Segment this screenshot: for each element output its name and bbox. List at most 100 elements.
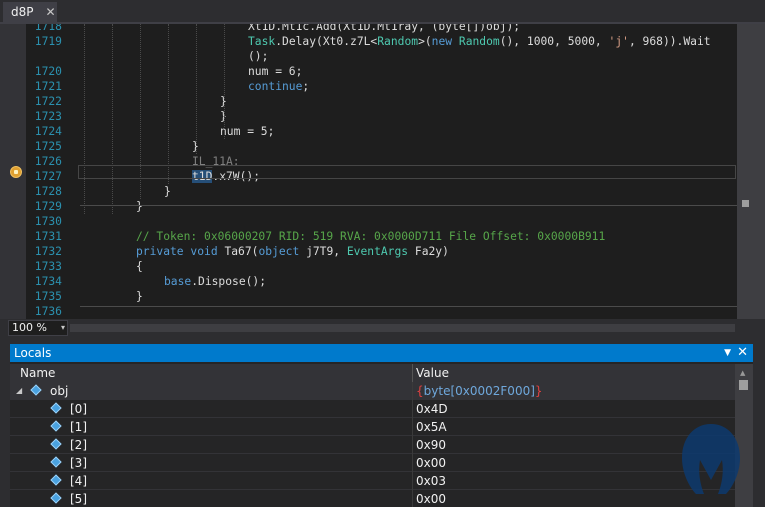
code-line[interactable]: 1723} — [0, 109, 737, 124]
column-divider — [412, 472, 413, 490]
code-token: continue — [248, 80, 303, 93]
code-line[interactable]: 1721 continue; — [0, 79, 737, 94]
code-token: { — [136, 260, 143, 273]
code-line[interactable]: 1722} — [0, 94, 737, 109]
code-lines: 1718 Xt1D.Mt1c.Add(Xt1D.Mt1ray, (byte[])o… — [0, 24, 737, 319]
tab-d8p[interactable]: d8P ✕ — [3, 2, 57, 22]
locals-row[interactable]: [4] 0x03 — [10, 472, 735, 490]
code-text: Xt1D.Mt1c.Add(Xt1D.Mt1ray, (byte[])obj); — [248, 24, 520, 34]
code-text: } — [164, 184, 171, 199]
code-line[interactable]: 1724 num = 5; — [0, 124, 737, 139]
variable-value: 0x00 — [416, 456, 447, 470]
close-icon[interactable]: ✕ — [46, 5, 56, 19]
code-token: Fa2y) — [408, 245, 449, 258]
value-part: byte[0x0002F000] — [423, 384, 535, 398]
locals-row[interactable]: [5] 0x00 — [10, 490, 735, 507]
code-line[interactable]: 1735} — [0, 289, 737, 304]
code-text: num = 5; — [220, 124, 274, 139]
collapse-icon[interactable]: ◢ — [16, 382, 22, 400]
variable-cube-icon — [50, 438, 62, 450]
code-line[interactable]: (); — [0, 49, 737, 64]
column-divider — [412, 400, 413, 418]
locals-row[interactable]: [1] 0x5A — [10, 418, 735, 436]
line-number: 1732 — [34, 245, 62, 258]
locals-row[interactable]: [3] 0x00 — [10, 454, 735, 472]
code-text: Task.Delay(Xt0.z7L<Random>(new Random(),… — [248, 34, 711, 49]
code-token: num = 5; — [220, 125, 275, 138]
editor-vertical-scrollbar[interactable] — [737, 24, 765, 319]
scrollbar-thumb[interactable] — [739, 380, 748, 390]
editor-horizontal-scrollbar[interactable] — [70, 324, 735, 332]
code-line[interactable]: 1732 private void Ta67(object j7T9, Event… — [0, 244, 737, 259]
panel-title-text: Locals — [14, 346, 52, 360]
code-text: num = 6; — [248, 64, 302, 79]
line-number: 1733 — [34, 260, 62, 273]
code-text: // Token: 0x06000207 RID: 519 RVA: 0x000… — [136, 229, 605, 244]
column-divider — [412, 382, 413, 400]
code-line[interactable]: 1719 Task.Delay(Xt0.z7L<Random>(new Rando… — [0, 34, 737, 49]
code-token: .Delay(Xt0.z7L< — [275, 35, 378, 48]
code-editor[interactable]: 1718 Xt1D.Mt1c.Add(Xt1D.Mt1ray, (byte[])o… — [0, 24, 765, 319]
zoom-combobox[interactable]: 100 % ▾ — [8, 320, 68, 336]
code-line[interactable]: 1729} — [0, 199, 737, 214]
code-text: continue; — [248, 79, 309, 94]
editor-status-bar: 100 % ▾ — [0, 319, 765, 338]
code-text: private void Ta67(object j7T9, EventArgs… — [136, 244, 449, 259]
scrollbar-thumb[interactable] — [742, 200, 749, 207]
method-separator — [80, 306, 737, 307]
line-number: 1722 — [34, 95, 62, 108]
line-number: 1724 — [34, 125, 62, 138]
code-line[interactable]: 1731 // Token: 0x06000207 RID: 519 RVA: 0… — [0, 229, 737, 244]
close-panel-icon[interactable]: ✕ — [737, 344, 748, 362]
variable-cube-icon — [30, 384, 42, 396]
variable-cube-icon — [50, 402, 62, 414]
line-number: 1727 — [34, 170, 62, 183]
code-token: (); — [248, 50, 269, 63]
code-text: { — [136, 259, 143, 274]
variable-name: [0] — [70, 402, 87, 416]
variable-value: {byte[0x0002F000]} — [416, 382, 543, 400]
code-token: // Token: 0x06000207 RID: 519 RVA: 0x000… — [136, 230, 606, 243]
locals-row[interactable]: ◢ obj {byte[0x0002F000]} — [10, 382, 735, 400]
code-token: j7T9, — [299, 245, 347, 258]
dropdown-arrow-icon[interactable]: ▼ — [724, 344, 731, 362]
code-line[interactable]: 1733 { — [0, 259, 737, 274]
chevron-down-icon[interactable]: ▾ — [61, 321, 65, 335]
line-number: 1726 — [34, 155, 62, 168]
column-header-name[interactable]: Name — [20, 364, 55, 382]
code-line[interactable]: 1725} — [0, 139, 737, 154]
locals-row[interactable]: [2] 0x90 — [10, 436, 735, 454]
code-token: .Dispose(); — [191, 275, 267, 288]
column-divider[interactable] — [412, 364, 413, 382]
line-number: 1728 — [34, 185, 62, 198]
code-line[interactable]: 1720 num = 6; — [0, 64, 737, 79]
code-token: Ta67( — [217, 245, 259, 258]
code-token: num = 6; — [248, 65, 303, 78]
code-token: (), 1000, 5000, — [499, 35, 609, 48]
code-line[interactable]: 1730 — [0, 214, 737, 229]
line-number: 1720 — [34, 65, 62, 78]
variable-name: [3] — [70, 456, 87, 470]
breakpoint-arrow-icon[interactable] — [10, 166, 22, 178]
code-text: base.Dispose(); — [164, 274, 266, 289]
tab-label: d8P — [11, 5, 34, 19]
indent-guide — [168, 24, 169, 184]
code-line[interactable]: 1734 base.Dispose(); — [0, 274, 737, 289]
value-part: } — [534, 384, 543, 398]
scroll-up-icon[interactable]: ▲ — [740, 369, 745, 377]
code-token: Random — [458, 35, 500, 48]
locals-row[interactable]: [0] 0x4D — [10, 400, 735, 418]
line-number: 1735 — [34, 290, 62, 303]
code-line[interactable]: 1728} — [0, 184, 737, 199]
code-token: private — [136, 245, 184, 258]
column-header-value[interactable]: Value — [416, 364, 449, 382]
code-line[interactable]: 1718 Xt1D.Mt1c.Add(Xt1D.Mt1ray, (byte[])o… — [0, 24, 737, 34]
code-text: } — [136, 289, 143, 304]
line-number: 1719 — [34, 35, 62, 48]
line-number: 1730 — [34, 215, 62, 228]
code-token: new — [431, 35, 453, 48]
variable-value: 0x5A — [416, 420, 447, 434]
indent-guide — [84, 24, 85, 214]
code-token: , 968)).Wait — [628, 35, 711, 48]
